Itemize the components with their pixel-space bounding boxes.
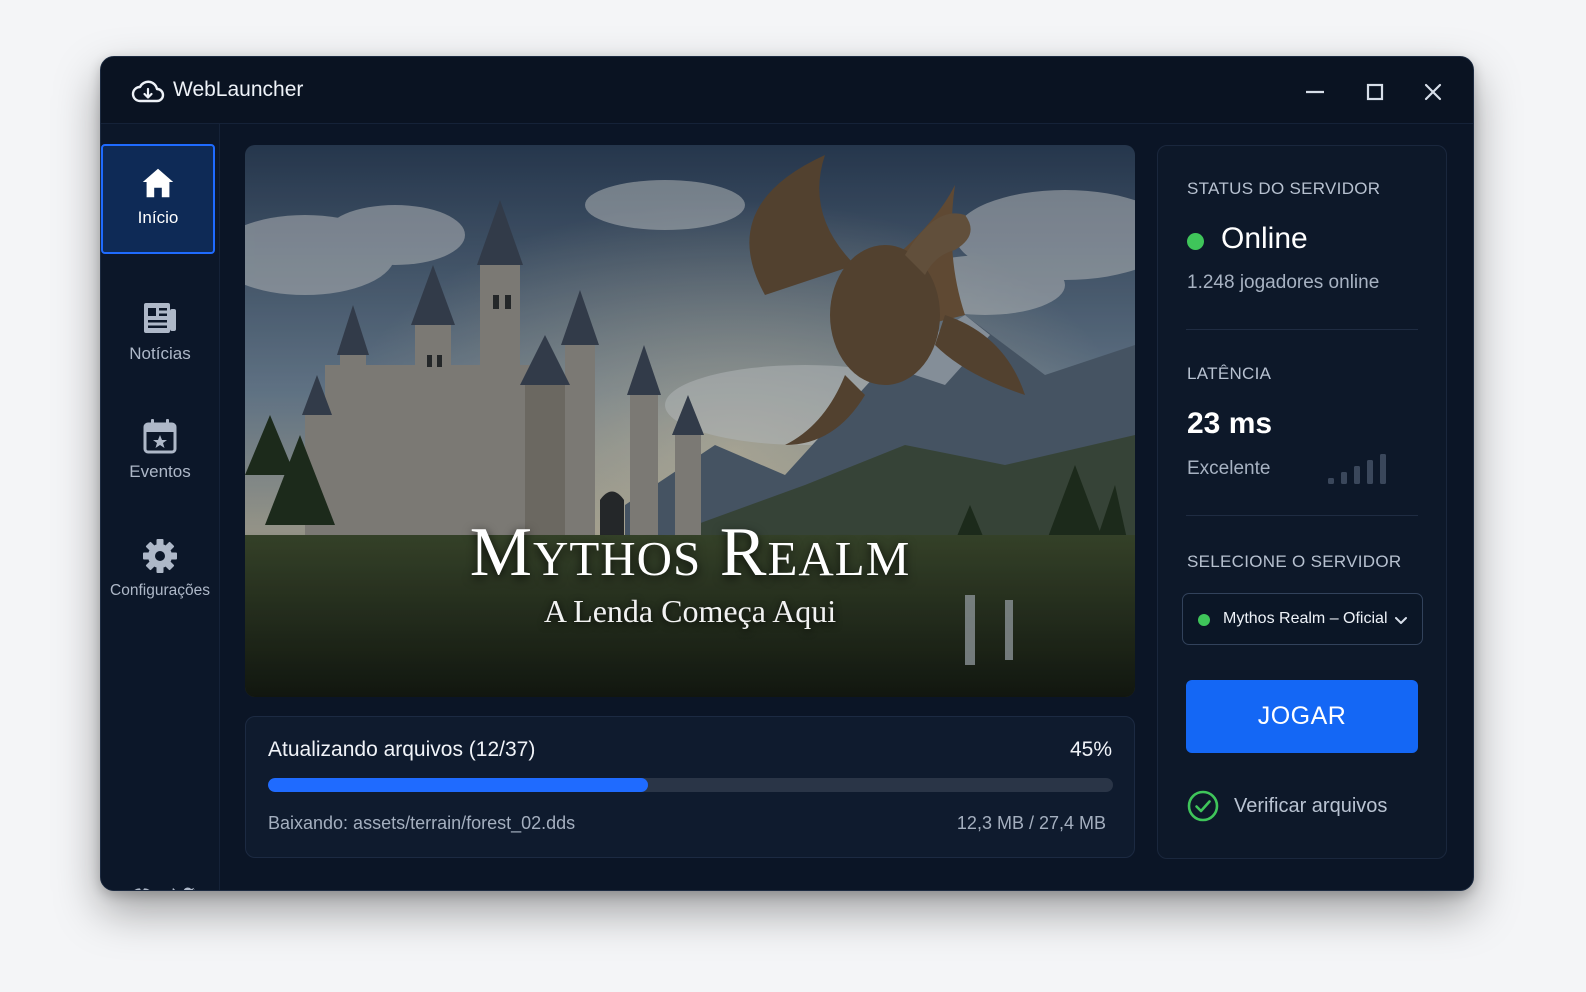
- update-progress-panel: Atualizando arquivos (12/37) 45% Baixand…: [245, 716, 1135, 858]
- download-size: 12,3 MB / 27,4 MB: [956, 813, 1106, 833]
- sidebar-item-label: Notícias: [129, 344, 191, 363]
- server-online-dot: [1198, 614, 1210, 626]
- divider: [1186, 515, 1418, 516]
- sidebar-item-eventos[interactable]: Eventos: [101, 416, 219, 482]
- server-status-label: STATUS DO SERVIDOR: [1187, 179, 1381, 198]
- sidebar-item-configuracoes[interactable]: Configurações: [101, 536, 219, 600]
- selected-server: Mythos Realm – Oficial: [1223, 610, 1388, 627]
- verify-files-label: Verificar arquivos: [1234, 795, 1388, 817]
- discord-icon[interactable]: [127, 882, 157, 891]
- app-title: WebLauncher: [173, 78, 304, 101]
- close-icon: [1424, 83, 1442, 101]
- latency-label: LATÊNCIA: [1187, 364, 1272, 383]
- sidebar-item-noticias[interactable]: Notícias: [101, 298, 219, 364]
- server-panel: STATUS DO SERVIDOR Online 1.248 jogadore…: [1157, 145, 1447, 859]
- progress-bar-fill: [268, 778, 649, 792]
- launcher-window: WebLauncher Início Notícias Eventos Conf…: [100, 56, 1474, 891]
- latency-quality: Excelente: [1187, 458, 1271, 479]
- sidebar: Início Notícias Eventos Configurações: [101, 124, 220, 890]
- divider: [1186, 329, 1418, 330]
- home-icon: [142, 168, 174, 198]
- online-status-dot: [1187, 233, 1204, 250]
- latency-value: 23 ms: [1187, 407, 1273, 440]
- sidebar-item-label: Início: [137, 208, 179, 227]
- maximize-icon: [1366, 83, 1384, 101]
- progress-percent: 45%: [1069, 738, 1112, 761]
- sidebar-item-label: Eventos: [129, 462, 191, 481]
- players-online: 1.248 jogadores online: [1187, 272, 1380, 293]
- minimize-button[interactable]: [1298, 75, 1332, 109]
- progress-bar: [268, 778, 1113, 792]
- progress-title: Atualizando arquivos (12/37): [268, 738, 536, 761]
- gear-icon: [143, 539, 177, 573]
- cloud-download-icon: [131, 80, 165, 103]
- server-status: Online: [1221, 222, 1308, 255]
- chevron-down-icon: [1395, 617, 1407, 624]
- newspaper-icon: [144, 303, 176, 333]
- current-file: Baixando: assets/terrain/forest_02.dds: [268, 813, 576, 833]
- sidebar-item-label: Configurações: [110, 582, 210, 599]
- server-select-dropdown[interactable]: Mythos Realm – Oficial: [1182, 593, 1423, 645]
- minimize-icon: [1306, 90, 1324, 94]
- twitter-icon[interactable]: [168, 882, 198, 891]
- sidebar-item-inicio[interactable]: Início: [101, 144, 215, 254]
- check-circle-icon: [1187, 790, 1219, 822]
- game-title: Mythos Realm: [469, 514, 911, 591]
- game-subtitle: A Lenda Começa Aqui: [543, 593, 837, 629]
- select-server-label: SELECIONE O SERVIDOR: [1187, 552, 1402, 571]
- signal-strength-icon: [1328, 454, 1386, 484]
- maximize-button[interactable]: [1358, 75, 1392, 109]
- verify-files-button[interactable]: Verificar arquivos: [1186, 789, 1416, 823]
- title-bar[interactable]: WebLauncher: [101, 57, 1473, 124]
- calendar-star-icon: [143, 419, 177, 454]
- game-banner: Mythos Realm A Lenda Começa Aqui: [245, 145, 1135, 697]
- close-button[interactable]: [1416, 75, 1450, 109]
- play-button[interactable]: JOGAR: [1186, 680, 1418, 753]
